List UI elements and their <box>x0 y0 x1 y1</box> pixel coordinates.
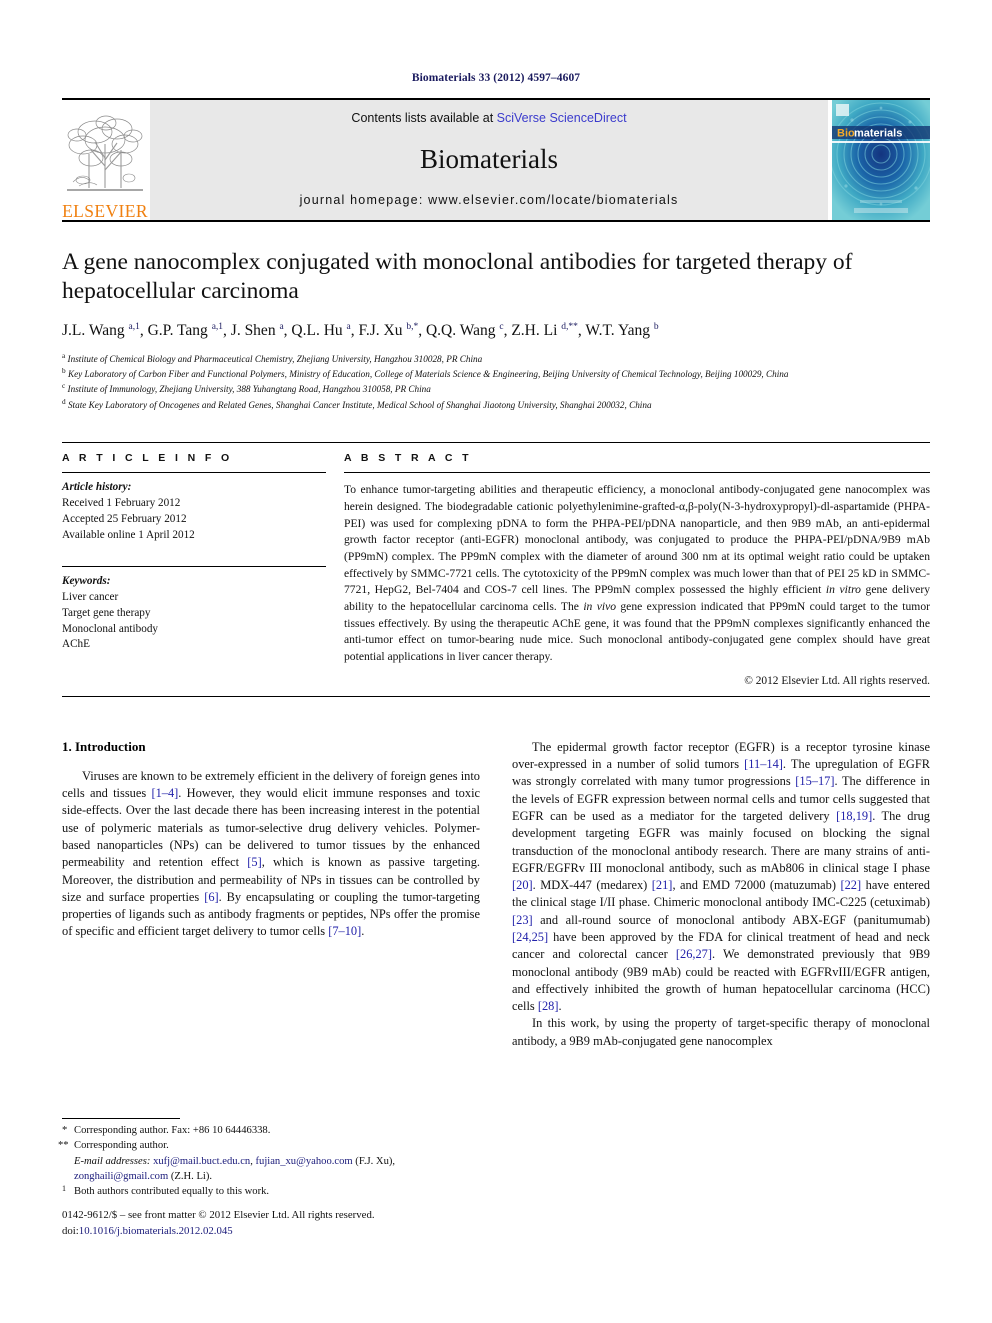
journal-cover-thumbnail[interactable]: Bio materials <box>832 100 930 220</box>
paragraph: In this work, by using the property of t… <box>512 1016 930 1048</box>
running-head: Biomaterials 33 (2012) 4597–4607 <box>411 72 581 84</box>
contents-box: Contents lists available at SciVerse Sci… <box>150 100 828 220</box>
abstract-text: To enhance tumor-targeting abilities and… <box>344 483 930 664</box>
footnote-text: Corresponding author. Fax: +86 10 644463… <box>74 1125 271 1136</box>
footnote-mark: * <box>62 1125 68 1136</box>
footnote-corresponding-2: ** Corresponding author. <box>58 1138 478 1153</box>
keywords-rule <box>62 565 326 567</box>
journal-masthead: ELSEVIER Contents lists available at Sci… <box>62 98 930 220</box>
body-column-right: The epidermal growth factor receptor (EG… <box>512 739 930 1050</box>
contents-prefix: Contents lists available at <box>351 111 497 125</box>
masthead-bottom-rule <box>62 220 930 222</box>
paragraph: The epidermal growth factor receptor (EG… <box>512 739 931 1014</box>
cover-artwork-icon: Bio materials <box>832 100 930 220</box>
footnote-separator-rule <box>62 1118 180 1119</box>
journal-homepage-link[interactable]: journal homepage: www.elsevier.com/locat… <box>300 193 679 207</box>
body-columns: 1. Introduction Viruses are known to be … <box>62 739 930 1050</box>
affiliation-d: d State Key Laboratory of Oncogenes and … <box>62 396 652 410</box>
footnote-mark: 1 <box>62 1184 66 1194</box>
affiliations-list: a Institute of Chemical Biology and Phar… <box>62 351 930 413</box>
paper-page: Biomaterials 33 (2012) 4597–4607 ELSEVIE… <box>0 0 992 1323</box>
section-heading-introduction: 1. Introduction <box>62 738 146 754</box>
footnote-email-addresses: E-mail addresses: xufj@mail.buct.edu.cn,… <box>62 1154 478 1185</box>
article-info-label: A R T I C L E I N F O <box>62 452 233 465</box>
keyword-item: AChE <box>62 638 90 651</box>
email-label: E-mail addresses: <box>74 1155 151 1167</box>
abstract-copyright: © 2012 Elsevier Ltd. All rights reserved… <box>744 674 930 687</box>
affiliation-b: b Key Laboratory of Carbon Fiber and Fun… <box>62 365 789 380</box>
page-title: A gene nanocomplex conjugated with monoc… <box>62 249 853 305</box>
doi-line: doi:10.1016/j.biomaterials.2012.02.045 <box>62 1224 492 1240</box>
article-info-rule <box>62 472 326 474</box>
elsevier-wordmark: ELSEVIER <box>62 200 148 221</box>
history-online: Available online 1 April 2012 <box>62 528 195 541</box>
body-column-left: 1. Introduction Viruses are known to be … <box>62 739 480 1050</box>
footnotes-block: * Corresponding author. Fax: +86 10 6444… <box>58 1118 478 1200</box>
paragraph: Viruses are known to be extremely effici… <box>62 768 481 939</box>
info-abstract-section: A R T I C L E I N F O Article history: R… <box>62 442 930 687</box>
affiliation-c: c Institute of Immunology, Zhejiang Univ… <box>62 381 431 395</box>
doi-label: doi: <box>62 1224 79 1237</box>
footnote-text: Corresponding author. <box>74 1140 169 1152</box>
keyword-item: Monoclonal antibody <box>62 622 159 635</box>
abstract-rule <box>344 472 930 474</box>
article-history-group: Article history: Received 1 February 201… <box>62 480 326 544</box>
history-accepted: Accepted 25 February 2012 <box>62 512 187 525</box>
sciencedirect-link[interactable]: SciVerse ScienceDirect <box>497 111 627 125</box>
elsevier-logo: ELSEVIER <box>62 100 148 220</box>
footnote-text: Both authors contributed equally to this… <box>74 1186 270 1198</box>
abstract-column: A B S T R A C T To enhance tumor-targeti… <box>344 452 930 687</box>
keywords-title: Keywords: <box>62 574 111 587</box>
article-history-title: Article history: <box>62 481 132 494</box>
doi-link[interactable]: 10.1016/j.biomaterials.2012.02.045 <box>79 1225 233 1237</box>
affiliation-a: a Institute of Chemical Biology and Phar… <box>62 350 483 364</box>
keywords-group: Keywords: Liver cancer Target gene thera… <box>62 574 326 654</box>
svg-text:materials: materials <box>854 128 902 140</box>
history-received: Received 1 February 2012 <box>62 497 181 510</box>
article-info-column: A R T I C L E I N F O Article history: R… <box>62 452 344 687</box>
footnote-corresponding-1: * Corresponding author. Fax: +86 10 6444… <box>62 1123 478 1138</box>
title-block: A gene nanocomplex conjugated with monoc… <box>62 248 930 412</box>
footnote-equal-contribution: 1 Both authors contributed equally to th… <box>62 1184 478 1199</box>
elsevier-tree-icon <box>67 115 143 191</box>
svg-text:Bio: Bio <box>837 128 855 140</box>
author-list: J.L. Wang a,1, G.P. Tang a,1, J. Shen a,… <box>62 322 659 340</box>
contents-available-line: Contents lists available at SciVerse Sci… <box>351 111 626 125</box>
footnote-mark: ** <box>58 1140 69 1152</box>
issn-doi-footer: 0142-9612/$ – see front matter © 2012 El… <box>62 1208 492 1239</box>
journal-name: Biomaterials <box>420 143 558 174</box>
keyword-item: Target gene therapy <box>62 606 151 619</box>
keyword-item: Liver cancer <box>62 590 119 603</box>
abstract-label: A B S T R A C T <box>344 452 472 465</box>
front-matter-line: 0142-9612/$ – see front matter © 2012 El… <box>62 1209 375 1221</box>
abstract-bottom-rule <box>62 695 930 697</box>
